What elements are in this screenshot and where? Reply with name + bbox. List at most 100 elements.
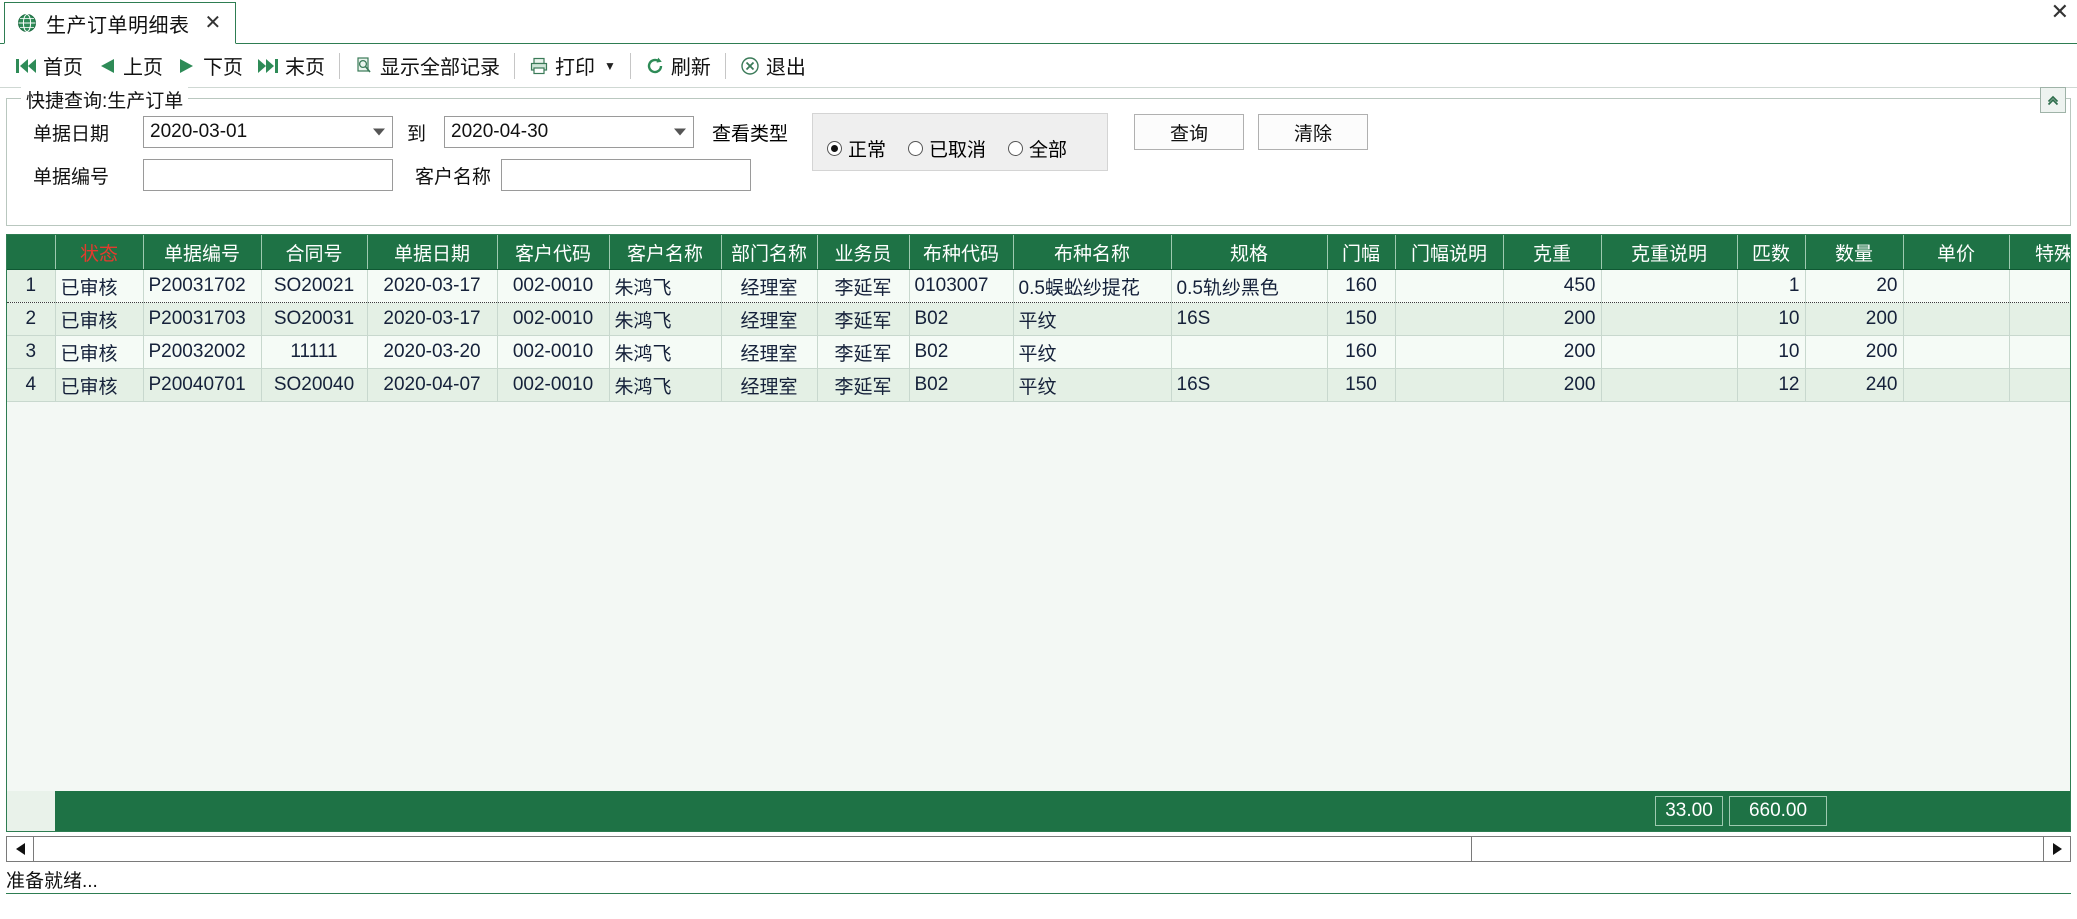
- chevron-down-icon[interactable]: [674, 128, 687, 136]
- cell-doc-date: 2020-04-07: [367, 368, 498, 402]
- cell-width: 150: [1327, 302, 1396, 336]
- toolbar-separator-1: [339, 52, 340, 79]
- cell-status: 已审核: [55, 302, 144, 336]
- doc-no-input[interactable]: [143, 159, 393, 191]
- cell-special: [2009, 302, 2070, 336]
- printer-icon: [529, 56, 549, 76]
- col-header-spec[interactable]: 规格: [1171, 235, 1328, 270]
- col-header-cust-code[interactable]: 客户代码: [497, 235, 610, 270]
- clear-button[interactable]: 清除: [1258, 114, 1369, 150]
- date-from-combo[interactable]: 2020-03-01: [143, 116, 393, 148]
- cell-doc-no: P20040701: [143, 368, 262, 402]
- col-header-rownum[interactable]: [7, 235, 56, 270]
- col-header-fabric-code[interactable]: 布种代码: [909, 235, 1014, 270]
- cell-dept-name: 经理室: [721, 335, 818, 369]
- data-grid[interactable]: 状态 单据编号 合同号 单据日期 客户代码 客户名称 部门名称 业务员 布种代码…: [6, 234, 2071, 832]
- table-row[interactable]: 3 已审核 P20032002 11111 2020-03-20 002-001…: [7, 335, 2070, 369]
- col-header-salesman[interactable]: 业务员: [817, 235, 910, 270]
- table-row[interactable]: 1 已审核 P20031702 SO20021 2020-03-17 002-0…: [7, 269, 2070, 303]
- col-header-status[interactable]: 状态: [55, 235, 144, 270]
- cell-fabric-code: 0103007: [909, 269, 1014, 303]
- col-header-width-note[interactable]: 门幅说明: [1395, 235, 1504, 270]
- globe-icon: [17, 13, 37, 33]
- view-type-label: 查看类型: [712, 123, 789, 145]
- cell-doc-no: P20031703: [143, 302, 262, 336]
- col-header-width[interactable]: 门幅: [1327, 235, 1396, 270]
- col-header-fabric-name[interactable]: 布种名称: [1013, 235, 1172, 270]
- cell-doc-date: 2020-03-17: [367, 269, 498, 303]
- toolbar-exit[interactable]: 退出: [733, 48, 813, 84]
- tab-strip: 生产订单明细表 ✕ ✕: [0, 0, 2077, 44]
- tab-close-icon[interactable]: ✕: [205, 13, 222, 33]
- scroll-right-button[interactable]: [2043, 837, 2070, 861]
- cell-spec: [1171, 335, 1328, 369]
- radio-icon[interactable]: [1008, 141, 1024, 156]
- chevron-down-icon[interactable]: ▼: [604, 59, 616, 73]
- toolbar-separator-3: [629, 52, 631, 79]
- col-header-doc-no[interactable]: 单据编号: [143, 235, 262, 270]
- triangle-left-icon: [15, 843, 25, 855]
- toolbar: 首页 上页 下页 末页 显示全部记录 打印 ▼ 刷新 退出: [0, 44, 2077, 88]
- totals-qty: 660.00: [1729, 796, 1827, 826]
- cell-dept-name: 经理室: [721, 302, 818, 336]
- toolbar-print-label: 打印: [555, 57, 595, 79]
- toolbar-last-page[interactable]: 末页: [250, 48, 332, 84]
- grid-totals-bar: 33.00 660.00: [7, 791, 2070, 831]
- horizontal-scrollbar[interactable]: [6, 836, 2071, 862]
- col-header-contract-no[interactable]: 合同号: [261, 235, 368, 270]
- toolbar-print[interactable]: 打印 ▼: [522, 48, 623, 84]
- chevron-down-icon[interactable]: [373, 128, 385, 136]
- cell-pieces: 10: [1737, 335, 1806, 369]
- col-header-cust-name[interactable]: 客户名称: [609, 235, 722, 270]
- col-header-dept-name[interactable]: 部门名称: [721, 235, 818, 270]
- toolbar-next-page[interactable]: 下页: [170, 48, 250, 84]
- cell-spec: 0.5轨纱黑色: [1171, 269, 1328, 303]
- toolbar-prev-page[interactable]: 上页: [90, 48, 170, 84]
- cell-cust-code: 002-0010: [497, 269, 610, 303]
- cell-contract-no: 11111: [261, 335, 368, 369]
- col-header-qty[interactable]: 数量: [1805, 235, 1904, 270]
- toolbar-refresh-label: 刷新: [670, 57, 711, 79]
- cell-dept-name: 经理室: [721, 269, 818, 303]
- table-row[interactable]: 2 已审核 P20031703 SO20031 2020-03-17 002-0…: [7, 302, 2070, 336]
- col-header-gram-note[interactable]: 克重说明: [1601, 235, 1738, 270]
- view-type-cancelled-label: 已取消: [929, 140, 987, 161]
- col-header-price[interactable]: 单价: [1903, 235, 2010, 270]
- cell-width-note: [1395, 302, 1504, 336]
- col-header-gram[interactable]: 克重: [1503, 235, 1602, 270]
- col-header-pieces[interactable]: 匹数: [1737, 235, 1806, 270]
- toolbar-refresh[interactable]: 刷新: [638, 48, 718, 84]
- scroll-left-button[interactable]: [7, 837, 34, 861]
- view-type-normal[interactable]: 正常: [827, 135, 886, 162]
- customer-name-input[interactable]: [501, 159, 752, 191]
- cell-gram: 450: [1503, 269, 1602, 303]
- cell-price: [1903, 302, 2010, 336]
- view-type-cancelled[interactable]: 已取消: [908, 135, 986, 162]
- data-grid-header: 状态 单据编号 合同号 单据日期 客户代码 客户名称 部门名称 业务员 布种代码…: [7, 235, 2070, 270]
- col-header-doc-date[interactable]: 单据日期: [367, 235, 498, 270]
- cell-gram: 200: [1503, 368, 1602, 402]
- toolbar-show-all-records[interactable]: 显示全部记录: [347, 48, 507, 84]
- col-header-special[interactable]: 特殊工艺: [2009, 235, 2070, 270]
- cell-cust-code: 002-0010: [497, 368, 610, 402]
- cell-rownum: 4: [7, 368, 56, 402]
- tab-production-order-detail[interactable]: 生产订单明细表 ✕: [4, 2, 237, 44]
- cell-width: 160: [1327, 269, 1396, 303]
- doc-no-label: 单据编号: [33, 166, 110, 188]
- radio-icon[interactable]: [908, 141, 924, 156]
- scrollbar-track[interactable]: [34, 837, 2043, 861]
- chevron-up-icon[interactable]: [2040, 87, 2066, 113]
- toolbar-first-page[interactable]: 首页: [8, 48, 90, 84]
- scrollbar-thumb[interactable]: [34, 837, 1472, 861]
- refresh-icon: [645, 56, 665, 76]
- cell-special: [2009, 335, 2070, 369]
- view-type-all[interactable]: 全部: [1008, 135, 1067, 162]
- search-button[interactable]: 查询: [1134, 114, 1245, 150]
- table-row[interactable]: 4 已审核 P20040701 SO20040 2020-04-07 002-0…: [7, 368, 2070, 402]
- header-row: 状态 单据编号 合同号 单据日期 客户代码 客户名称 部门名称 业务员 布种代码…: [7, 235, 2070, 270]
- cell-fabric-name: 平纹: [1013, 368, 1172, 402]
- window-close-icon[interactable]: ✕: [2051, 2, 2069, 24]
- date-to-combo[interactable]: 2020-04-30: [444, 116, 695, 148]
- toolbar-next-page-label: 下页: [203, 57, 243, 79]
- radio-icon[interactable]: [827, 141, 843, 156]
